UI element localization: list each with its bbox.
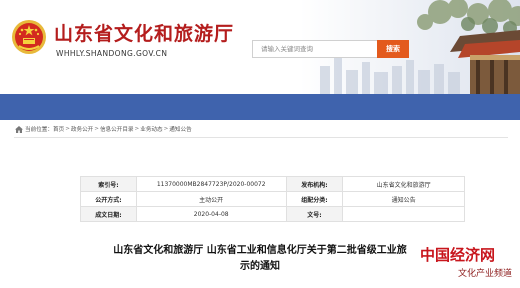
disclosure-label: 公开方式: bbox=[80, 191, 137, 207]
index-label: 索引号: bbox=[80, 176, 137, 192]
breadcrumb: 当前位置： 首页 > 政务公开 > 信息公开目录 > 业务动态 > 通知公告 bbox=[15, 123, 192, 135]
breadcrumb-divider bbox=[14, 137, 508, 138]
disclosure-value: 主动公开 bbox=[135, 191, 287, 207]
table-row: 成文日期: 2020-04-08 文号: bbox=[80, 206, 465, 222]
table-row: 公开方式: 主动公开 组配分类: 通知公告 bbox=[80, 191, 465, 207]
page: 山东省文化和旅游厅 WHHLY.SHANDONG.GOV.CN 搜索 当前位置：… bbox=[0, 0, 520, 288]
site-title[interactable]: 山东省文化和旅游厅 bbox=[54, 19, 234, 46]
watermark-sub: 文化产业频道 bbox=[458, 267, 512, 279]
breadcrumb-item-gov-affairs[interactable]: 政务公开 bbox=[71, 125, 93, 133]
search-input[interactable] bbox=[253, 41, 379, 57]
breadcrumb-separator: > bbox=[134, 126, 140, 132]
category-value: 通知公告 bbox=[342, 191, 465, 207]
date-value: 2020-04-08 bbox=[135, 206, 287, 222]
site-domain: WHHLY.SHANDONG.GOV.CN bbox=[56, 49, 168, 58]
search-button[interactable]: 搜索 bbox=[377, 40, 409, 58]
breadcrumb-prefix: 当前位置： bbox=[25, 127, 53, 133]
document-info-table: 索引号: 11370000MB2847723P/2020-00072 发布机构:… bbox=[80, 176, 465, 222]
search-box bbox=[252, 40, 380, 58]
index-value: 11370000MB2847723P/2020-00072 bbox=[135, 176, 287, 192]
doc-number-label: 文号: bbox=[285, 206, 344, 222]
breadcrumb-separator: > bbox=[94, 126, 99, 132]
breadcrumb-separator: > bbox=[163, 126, 169, 132]
watermark-logo: 中国经济网 文化产业频道 bbox=[418, 245, 518, 283]
breadcrumb-item-info-catalog[interactable]: 信息公开目录 bbox=[100, 125, 134, 133]
home-icon bbox=[15, 125, 23, 133]
breadcrumb-item-notices[interactable]: 通知公告 bbox=[169, 125, 191, 133]
table-row: 索引号: 11370000MB2847723P/2020-00072 发布机构:… bbox=[80, 176, 465, 192]
breadcrumb-item-home[interactable]: 首页 bbox=[53, 125, 64, 133]
doc-number-value bbox=[342, 206, 465, 222]
breadcrumb-item-business[interactable]: 业务动态 bbox=[140, 125, 162, 133]
nav-band bbox=[0, 94, 520, 120]
publisher-label: 发布机构: bbox=[285, 176, 344, 192]
category-label: 组配分类: bbox=[285, 191, 344, 207]
publisher-value: 山东省文化和旅游厅 bbox=[342, 176, 465, 192]
national-emblem-icon bbox=[12, 20, 46, 54]
date-label: 成文日期: bbox=[80, 206, 137, 222]
watermark-brand: 中国经济网 bbox=[420, 246, 495, 264]
breadcrumb-separator: > bbox=[65, 126, 70, 132]
site-header: 山东省文化和旅游厅 WHHLY.SHANDONG.GOV.CN 搜索 bbox=[0, 0, 520, 94]
